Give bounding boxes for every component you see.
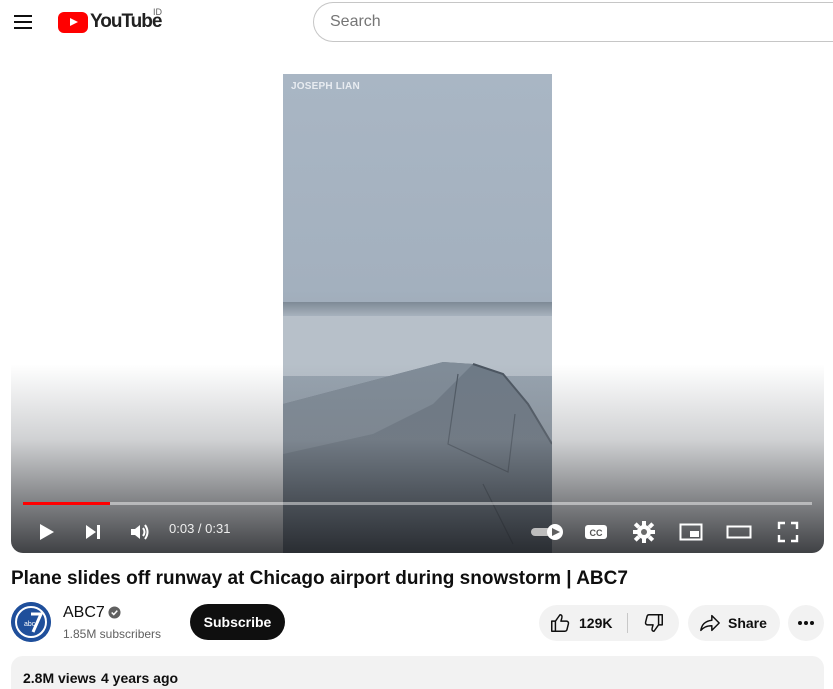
current-time: 0:03 [169,521,195,536]
captions-icon[interactable]: CC [578,514,614,550]
video-player[interactable]: JOSEPH LIAN 0:03 / 0:31 CC [11,74,824,553]
description-box[interactable]: 2.8M views 4 years ago [11,656,824,689]
play-icon[interactable] [28,514,64,550]
share-icon [700,614,720,632]
svg-text:CC: CC [590,528,603,538]
search-input[interactable] [330,3,810,41]
menu-icon[interactable] [12,10,36,34]
autoplay-toggle-icon[interactable] [527,514,567,550]
dislike-icon [644,614,663,632]
avatar[interactable]: abc [11,602,51,642]
verified-icon [108,606,121,619]
theater-mode-icon[interactable] [721,514,757,550]
progress-fill [23,502,110,505]
masthead: YouTube ID [0,0,833,44]
channel-name[interactable]: ABC7 [63,604,105,622]
dislike-button[interactable] [628,605,679,641]
time-separator: / [194,521,206,536]
video-watermark: JOSEPH LIAN [291,81,360,92]
youtube-logo[interactable]: YouTube [58,9,162,35]
search-box [313,2,833,42]
progress-bar[interactable] [23,502,812,505]
next-icon[interactable] [75,514,111,550]
volume-icon[interactable] [122,514,158,550]
time-display: 0:03 / 0:31 [169,521,230,536]
publish-date: 4 years ago [101,670,179,686]
subscriber-count: 1.85M subscribers [63,627,162,641]
like-icon [551,614,570,632]
country-code: ID [153,7,162,17]
more-icon[interactable] [788,605,824,641]
subscribe-button[interactable]: Subscribe [190,604,285,640]
youtube-logo-icon [58,11,88,33]
view-count: 2.8M views [23,670,97,686]
video-title: Plane slides off runway at Chicago airpo… [11,568,628,589]
miniplayer-icon[interactable] [673,514,709,550]
duration: 0:31 [205,521,231,536]
like-dislike-group: 129K [539,605,679,641]
logo-text: YouTube [90,11,162,32]
share-label: Share [728,615,767,631]
like-button[interactable]: 129K [539,605,627,641]
share-button[interactable]: Share [688,605,780,641]
fullscreen-icon[interactable] [770,514,806,550]
like-count: 129K [579,615,613,631]
settings-icon[interactable] [626,514,662,550]
